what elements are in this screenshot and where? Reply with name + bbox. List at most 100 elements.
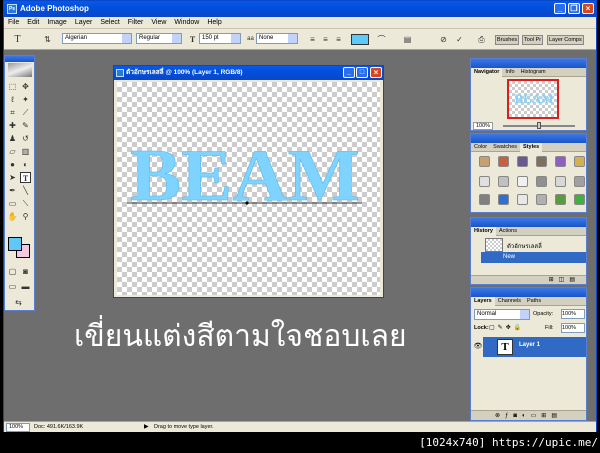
align-right-icon[interactable]: ≡ (333, 34, 344, 45)
standard-mode-icon[interactable]: ▢ (7, 266, 18, 277)
well-tab-brushes[interactable]: Brushes (495, 35, 520, 45)
magic-wand-icon[interactable]: ✦ (20, 94, 31, 105)
align-center-icon[interactable]: ≡ (320, 34, 331, 45)
align-left-icon[interactable]: ≡ (307, 34, 318, 45)
menu-view[interactable]: View (147, 17, 170, 28)
history-snapshot-thumb[interactable] (485, 238, 503, 252)
trash-icon[interactable]: ▤ (569, 277, 580, 283)
history-snapshot-label[interactable]: ตัวอักษรเลสลี่ (507, 241, 542, 251)
menu-help[interactable]: Help (203, 17, 225, 28)
quickmask-mode-icon[interactable]: ◙ (20, 266, 31, 277)
menu-filter[interactable]: Filter (124, 17, 148, 28)
crop-tool-icon[interactable]: ⌗ (7, 107, 18, 118)
palettes-icon[interactable]: ▤ (402, 34, 413, 45)
history-state-new[interactable]: New (481, 252, 586, 263)
style-swatch[interactable] (555, 176, 566, 187)
tab-info[interactable]: Info (502, 68, 517, 77)
menu-file[interactable]: File (4, 17, 23, 28)
visibility-eye-icon[interactable]: 👁 (473, 337, 483, 357)
doc-minimize-button[interactable]: _ (343, 67, 355, 78)
tab-histogram[interactable]: Histogram (518, 68, 549, 77)
clone-stamp-icon[interactable]: ♟ (7, 133, 18, 144)
tab-history[interactable]: History (471, 227, 496, 236)
doc-close-button[interactable]: × (370, 67, 382, 78)
doc-maximize-button[interactable]: □ (356, 67, 368, 78)
style-swatch[interactable] (574, 194, 585, 205)
new-snapshot-icon[interactable]: ◫ (559, 277, 570, 283)
type-tool-box-icon[interactable]: T (20, 172, 31, 183)
history-brush-icon[interactable]: ↺ (20, 133, 31, 144)
tab-paths[interactable]: Paths (524, 297, 544, 306)
healing-brush-icon[interactable]: ✚ (7, 120, 18, 131)
path-select-icon[interactable]: ➤ (7, 172, 18, 183)
zoom-slider-thumb[interactable] (537, 122, 541, 129)
blend-mode-select[interactable]: Normal (474, 309, 530, 320)
navigator-zoom[interactable]: 100% (473, 122, 494, 130)
font-size-select[interactable]: 150 pt (199, 33, 241, 44)
menu-window[interactable]: Window (170, 17, 203, 28)
type-layer-text[interactable]: BEAM (117, 82, 380, 295)
font-family-select[interactable]: Algerian (62, 33, 132, 44)
menu-layer[interactable]: Layer (71, 17, 97, 28)
style-swatch[interactable] (479, 156, 490, 167)
notes-tool-icon[interactable]: ▭ (7, 198, 18, 209)
text-color-swatch[interactable] (351, 34, 369, 45)
warp-text-icon[interactable]: ⌒ (376, 34, 387, 45)
hand-tool-icon[interactable]: ✋ (7, 211, 18, 222)
well-tab-tool-presets[interactable]: Tool Pr (522, 35, 544, 45)
marquee-tool-icon[interactable]: ⬚ (7, 81, 18, 92)
tab-styles[interactable]: Styles (520, 143, 543, 152)
pen-tool-icon[interactable]: ✒ (7, 185, 18, 196)
close-button[interactable]: × (582, 3, 594, 14)
style-swatch[interactable] (517, 176, 528, 187)
delete-layer-icon[interactable]: ▤ (551, 413, 562, 419)
eyedropper-icon[interactable]: ⟍ (20, 198, 31, 209)
style-swatch[interactable] (479, 176, 490, 187)
style-swatch[interactable] (555, 194, 566, 205)
eraser-tool-icon[interactable]: ▱ (7, 146, 18, 157)
tab-channels[interactable]: Channels (495, 297, 524, 306)
type-tool-icon[interactable]: T (12, 34, 23, 45)
canvas[interactable]: BEAM (117, 82, 380, 295)
minimize-button[interactable]: _ (554, 3, 566, 14)
style-swatch[interactable] (517, 194, 528, 205)
status-zoom[interactable]: 100% (6, 423, 30, 432)
style-swatch[interactable] (498, 176, 509, 187)
style-swatch[interactable] (479, 194, 490, 205)
tab-navigator[interactable]: Navigator (471, 68, 503, 77)
style-swatch[interactable] (574, 176, 585, 187)
lasso-tool-icon[interactable]: ℓ (7, 94, 18, 105)
print-icon[interactable]: ⎙ (476, 34, 487, 45)
style-swatch[interactable] (555, 156, 566, 167)
slice-tool-icon[interactable]: ⟋ (20, 107, 31, 118)
menu-image[interactable]: Image (43, 17, 70, 28)
text-orientation-icon[interactable]: ⇅ (42, 34, 53, 45)
style-swatch[interactable] (574, 156, 585, 167)
font-style-select[interactable]: Regular (136, 33, 182, 44)
well-tab-layer-comps[interactable]: Layer Comps (547, 35, 584, 45)
new-group-icon[interactable]: ▭ (531, 413, 542, 419)
shape-tool-icon[interactable]: ╲ (20, 185, 31, 196)
fullscreen-mode-icon[interactable]: ▬ (20, 281, 31, 292)
commit-icon[interactable]: ✓ (454, 34, 465, 45)
move-tool-icon[interactable]: ✥ (20, 81, 31, 92)
adjustment-layer-icon[interactable]: ◐ (522, 413, 531, 419)
screen-mode-icon[interactable]: ▭ (7, 281, 18, 292)
link-layers-icon[interactable]: ⊗ (495, 413, 505, 419)
layer-mask-icon[interactable]: ◙ (513, 413, 522, 419)
tab-swatches[interactable]: Swatches (490, 143, 520, 152)
fill-input[interactable]: 100% (561, 323, 585, 333)
menu-edit[interactable]: Edit (23, 17, 43, 28)
new-layer-icon[interactable]: ⊞ (541, 413, 551, 419)
style-swatch[interactable] (536, 194, 547, 205)
restore-button[interactable]: ❐ (568, 3, 580, 14)
layer-row[interactable]: 👁 T Layer 1 (473, 337, 586, 357)
new-document-icon[interactable]: ⊞ (549, 277, 559, 283)
brush-tool-icon[interactable]: ✎ (20, 120, 31, 131)
menu-select[interactable]: Select (96, 17, 123, 28)
opacity-input[interactable]: 100% (561, 309, 585, 319)
antialias-select[interactable]: None (256, 33, 298, 44)
cancel-icon[interactable]: ⊘ (438, 34, 449, 45)
style-swatch[interactable] (536, 156, 547, 167)
imageready-icon[interactable]: ⇆ (13, 297, 24, 308)
